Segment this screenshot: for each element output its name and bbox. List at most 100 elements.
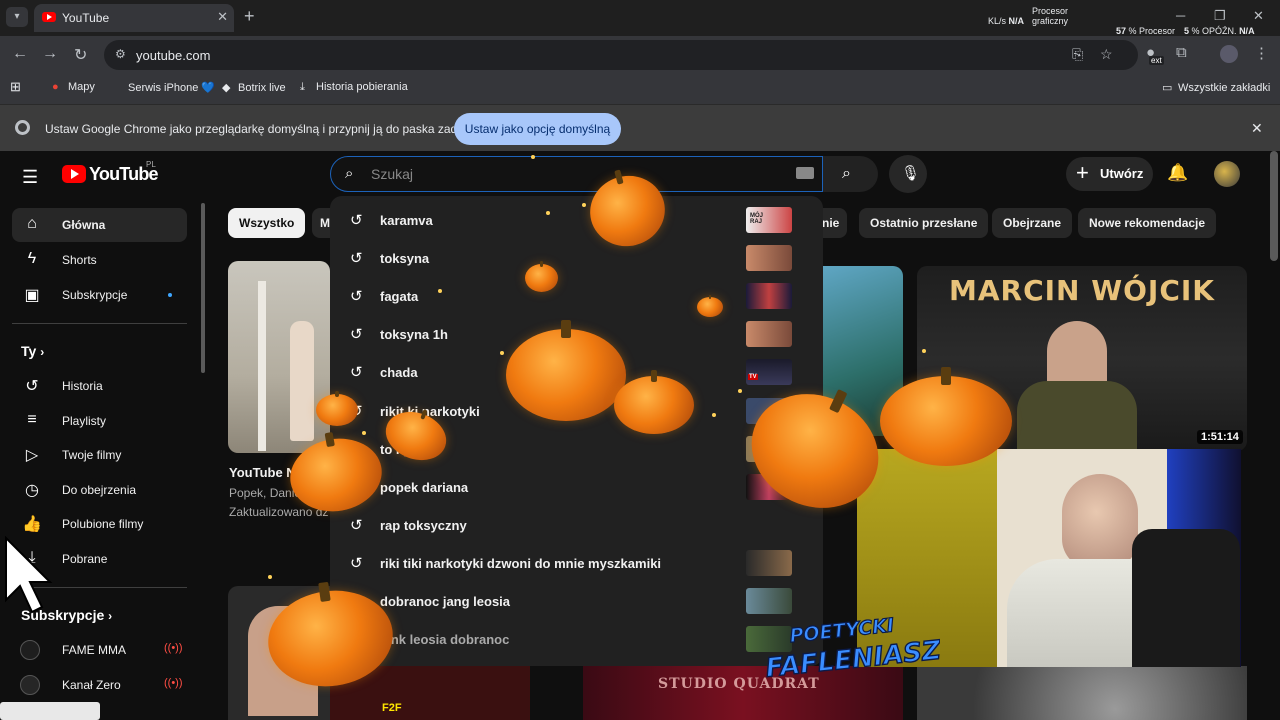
search-input[interactable] <box>371 163 751 185</box>
chevron-right-icon: › <box>40 345 45 359</box>
page-scrollbar[interactable] <box>1270 151 1278 261</box>
folder-icon: ▭ <box>1162 82 1173 94</box>
menu-icon[interactable]: ☰ <box>22 167 38 188</box>
chip-new-recommendations[interactable]: Nowe rekomendacje <box>1078 208 1217 238</box>
sidebar-item-subscriptions[interactable]: ▣ Subskrypcje <box>12 278 187 312</box>
chip-all[interactable]: Wszystko <box>228 208 306 238</box>
sidebar-item-history[interactable]: ↺ Historia <box>12 369 187 403</box>
voice-search-button[interactable]: 🎙 <box>889 155 927 193</box>
suggestion-item[interactable]: ↺ toksyna <box>330 239 823 277</box>
browser-toolbar: ← → ↻ ⚙ youtube.com ⎘ ☆ ● ⧉ ⋮ <box>0 36 1280 74</box>
video-channel[interactable]: Popek, Danie <box>229 486 301 500</box>
suggestion-thumbnail-label: MÓJ RAJ <box>750 213 764 225</box>
install-app-icon[interactable]: ⎘ <box>1072 46 1083 63</box>
country-code: PL <box>146 160 156 169</box>
sidebar-item-your-videos[interactable]: ▷ Twoje filmy <box>12 438 187 472</box>
sidebar-item-label: Playlisty <box>62 414 107 428</box>
video-title[interactable]: YouTube N <box>229 465 296 480</box>
chevron-right-icon: › <box>108 609 113 623</box>
sparkle-icon <box>362 431 366 435</box>
extensions-puzzle-icon[interactable]: ⧉ <box>1176 44 1187 61</box>
suggestion-text: fagata <box>380 289 419 304</box>
chip-recently-uploaded[interactable]: Ostatnio przesłane <box>859 208 989 238</box>
suggestion-item[interactable]: ↺ riki tiki narkotyki dzwoni do mnie mys… <box>330 544 823 582</box>
search-icon: ⌕ <box>842 165 851 182</box>
back-icon[interactable]: ← <box>12 45 28 63</box>
all-bookmarks[interactable]: ▭ Wszystkie zakładki <box>1162 81 1270 94</box>
chip-watched[interactable]: Obejrzane <box>992 208 1073 238</box>
suggestion-text: rap toksyczny <box>380 518 467 533</box>
create-label: Utwórz <box>1100 166 1144 181</box>
notifications-bell-icon[interactable]: 🔔 <box>1167 163 1188 183</box>
your-videos-icon: ▷ <box>25 447 39 464</box>
suggestion-item[interactable]: ↺ popek dariana <box>330 468 823 506</box>
tab-close-icon[interactable]: ✕ <box>217 9 228 25</box>
video-thumbnail[interactable] <box>917 666 1247 720</box>
suggestion-thumbnail-label: TV <box>748 374 758 380</box>
forward-icon[interactable]: → <box>42 45 58 63</box>
restore-icon[interactable]: ❐ <box>1214 8 1226 24</box>
youtube-play-icon <box>62 165 86 183</box>
suggestion-item[interactable]: ↺ dobranoc jang leosia <box>330 582 823 620</box>
streamer-head <box>1062 474 1138 569</box>
window-close-icon[interactable]: ✕ <box>1253 8 1264 24</box>
bookmark-serwis-iphone[interactable]: Serwis iPhone 💙 <box>112 81 215 94</box>
sidebar-item-playlists[interactable]: ≡ Playlisty <box>12 404 187 438</box>
new-tab-icon[interactable]: + <box>244 6 255 27</box>
sidebar-item-shorts[interactable]: ϟ Shorts <box>12 243 187 277</box>
tab-search-icon[interactable]: ▾ <box>6 7 28 27</box>
ext-badge: ext <box>1149 56 1164 65</box>
suggestion-text: toksyna <box>380 251 430 266</box>
channel-avatar <box>20 675 40 695</box>
tab-title: YouTube <box>62 11 110 25</box>
search-box[interactable]: ⌕ <box>330 156 823 192</box>
sidebar-channel-fame-mma[interactable]: FAME MMA ((•)) <box>12 633 187 667</box>
set-default-button[interactable]: Ustaw jako opcję domyślną <box>454 113 621 145</box>
site-info-icon[interactable]: ⚙ <box>115 47 126 61</box>
new-content-dot <box>168 293 172 297</box>
suggestion-thumbnail <box>746 321 792 347</box>
sparkle-icon <box>582 203 586 207</box>
subscriptions-icon: ▣ <box>24 287 40 304</box>
reload-icon[interactable]: ↻ <box>74 45 87 65</box>
sidebar-scrollbar[interactable] <box>201 203 205 373</box>
suggestion-text: chada <box>380 365 418 380</box>
browser-tab[interactable]: YouTube ✕ <box>34 4 234 32</box>
sidebar-item-label: Główna <box>62 218 106 232</box>
suggestion-text: riki tiki narkotyki dzwoni do mnie myszk… <box>380 556 662 571</box>
infobar-close-icon[interactable]: ✕ <box>1251 120 1263 137</box>
create-button[interactable]: + Utwórz <box>1066 157 1153 191</box>
minimize-icon[interactable]: ─ <box>1176 8 1185 23</box>
bookmark-historia-pobierania[interactable]: ⤓ Historia pobierania <box>300 81 408 94</box>
live-icon: ((•)) <box>164 642 183 654</box>
you-heading[interactable]: Ty › <box>21 343 44 359</box>
suggestion-item[interactable]: ↺ rap toksyczny <box>330 506 823 544</box>
pumpkin-icon <box>614 370 694 434</box>
url-text: youtube.com <box>136 48 211 63</box>
account-avatar[interactable] <box>1214 161 1240 187</box>
youtube-page: ☰ YouTube PL ⌕ ⌕ 🎙 + Utwórz 🔔 ⌂ Główna ϟ… <box>0 151 1280 720</box>
sidebar-channel-kanal-zero[interactable]: Kanał Zero ((•)) <box>12 668 187 702</box>
like-icon: 👍 <box>22 516 42 533</box>
net-rate-label: KL/s N/A <box>988 16 1025 26</box>
sparkle-icon <box>268 575 272 579</box>
suggestion-item[interactable]: ↺ karamva MÓJ RAJ <box>330 201 823 239</box>
bookmark-star-icon[interactable]: ☆ <box>1100 46 1113 63</box>
apps-grid-icon[interactable]: ⊞ <box>10 79 21 95</box>
bookmark-mapy[interactable]: ● Mapy <box>52 81 95 93</box>
shorts-icon: ϟ <box>27 250 37 267</box>
chrome-menu-icon[interactable]: ⋮ <box>1254 44 1269 62</box>
address-bar[interactable]: ⚙ youtube.com ⎘ ☆ <box>104 40 1138 70</box>
infobar-message: Ustaw Google Chrome jako przeglądarkę do… <box>45 122 471 136</box>
suggestion-item[interactable]: ↺ jank leosia dobranoc <box>330 620 823 658</box>
sidebar-item-watch-later[interactable]: ◷ Do obejrzenia <box>12 473 187 507</box>
suggestion-item[interactable]: ↺ fagata <box>330 277 823 315</box>
sidebar-item-home[interactable]: ⌂ Główna <box>12 208 187 242</box>
profile-avatar[interactable] <box>1220 45 1238 63</box>
playlist-icon: ≡ <box>27 411 37 428</box>
bookmark-botrix[interactable]: ◆ Botrix live <box>222 81 286 94</box>
keyboard-icon[interactable] <box>796 167 814 179</box>
gaming-chair <box>1132 529 1240 667</box>
search-button[interactable]: ⌕ <box>823 156 878 192</box>
video-thumbnail[interactable] <box>228 261 330 453</box>
